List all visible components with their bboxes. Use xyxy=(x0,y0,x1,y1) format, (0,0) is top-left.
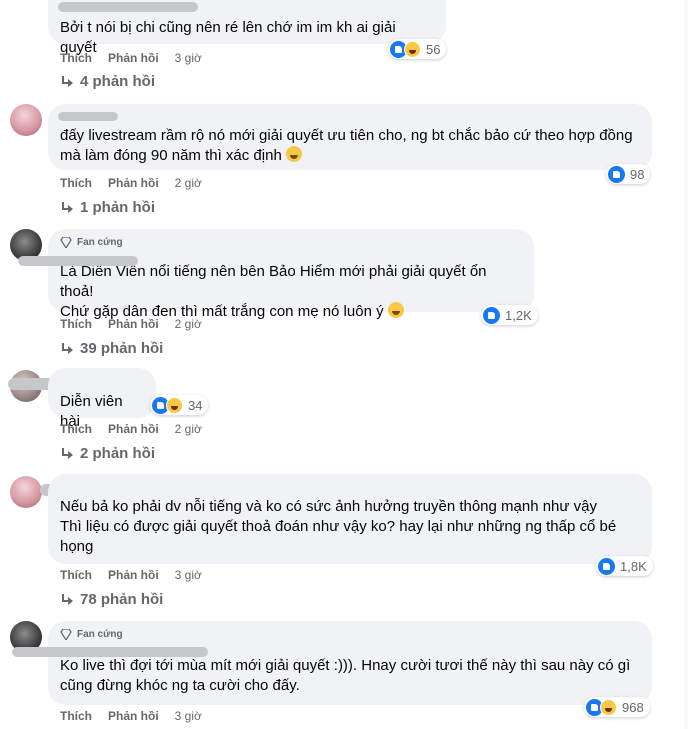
reaction-summary[interactable]: 98 xyxy=(606,164,651,184)
reply-button[interactable]: Phản hồi xyxy=(108,422,159,436)
view-replies-link[interactable]: 39 phản hồi xyxy=(60,340,163,357)
reply-arrow-icon xyxy=(60,593,74,606)
reaction-summary[interactable]: 968 xyxy=(584,697,650,717)
comment-text: Ko live thì đợi tới mùa mít mới giải quy… xyxy=(60,657,631,694)
reply-button[interactable]: Phản hồi xyxy=(108,51,159,65)
replies-count: 4 phản hồi xyxy=(80,73,155,90)
comment-bubble: Fan cứng Là Diễn Viên nổi tiếng nên bên … xyxy=(18,229,534,320)
like-button[interactable]: Thích xyxy=(60,568,92,582)
avatar[interactable] xyxy=(10,104,42,136)
redacted-name xyxy=(58,112,118,121)
comment-bubble: Nếu bả ko phải dv nỗi tiếng và ko có sức… xyxy=(48,474,652,564)
reaction-summary[interactable]: 56 xyxy=(388,39,447,59)
comment-time[interactable]: 3 giờ xyxy=(175,51,202,65)
comment-time[interactable]: 3 giờ xyxy=(175,709,202,723)
like-button[interactable]: Thích xyxy=(60,317,92,331)
comment-actions: Thích Phản hồi 3 giờ xyxy=(60,51,202,65)
comment-actions: Thích Phản hồi 2 giờ xyxy=(60,176,202,190)
like-button[interactable]: Thích xyxy=(60,422,92,436)
replies-count: 78 phản hồi xyxy=(80,591,164,608)
reply-button[interactable]: Phản hồi xyxy=(108,176,159,190)
reaction-summary[interactable]: 1,8K xyxy=(596,556,653,576)
reply-button[interactable]: Phản hồi xyxy=(108,317,159,331)
grin-emoji-icon xyxy=(285,146,302,162)
reaction-count: 1,2K xyxy=(505,307,532,323)
reaction-count: 1,8K xyxy=(620,558,647,574)
diamond-icon xyxy=(60,628,72,640)
redacted-name xyxy=(12,647,208,657)
comment-time[interactable]: 2 giờ xyxy=(175,176,202,190)
reply-arrow-icon xyxy=(60,447,74,460)
like-button[interactable]: Thích xyxy=(60,709,92,723)
comment-actions: Thích Phản hồi 2 giờ xyxy=(60,317,202,331)
like-button[interactable]: Thích xyxy=(60,51,92,65)
view-replies-link[interactable]: 2 phản hồi xyxy=(60,445,155,462)
comment-bubble: Diễn viên hài xyxy=(48,368,156,430)
reply-arrow-icon xyxy=(60,201,74,214)
avatar[interactable] xyxy=(10,476,42,508)
comment-actions: Thích Phản hồi 3 giờ xyxy=(60,568,202,582)
comment-time[interactable]: 2 giờ xyxy=(175,317,202,331)
comment-bubble: Fan cứng Ko live thì đợi tới mùa mít mới… xyxy=(12,621,652,705)
reaction-summary[interactable]: 1,2K xyxy=(481,305,538,325)
reply-button[interactable]: Phản hồi xyxy=(108,568,159,582)
like-reaction-icon xyxy=(483,306,500,324)
reaction-count: 968 xyxy=(622,699,644,715)
diamond-icon xyxy=(60,236,72,248)
like-reaction-icon xyxy=(608,165,625,183)
reaction-count: 56 xyxy=(426,41,441,57)
replies-count: 39 phản hồi xyxy=(80,340,164,357)
scrollbar[interactable] xyxy=(684,0,688,729)
comment-time[interactable]: 3 giờ xyxy=(175,568,202,582)
haha-reaction-icon xyxy=(404,40,421,58)
comment-time[interactable]: 2 giờ xyxy=(175,422,202,436)
reaction-count: 34 xyxy=(188,397,203,413)
view-replies-link[interactable]: 78 phản hồi xyxy=(60,591,163,608)
replies-count: 1 phản hồi xyxy=(80,199,155,216)
view-replies-link[interactable]: 4 phản hồi xyxy=(60,73,155,90)
haha-reaction-icon xyxy=(166,396,183,414)
comment-text: Nếu bả ko phải dv nỗi tiếng và ko có sức… xyxy=(60,498,617,555)
reaction-summary[interactable]: 34 xyxy=(150,395,209,415)
reaction-count: 98 xyxy=(630,166,645,182)
reply-arrow-icon xyxy=(60,342,74,355)
comment-bubble: đấy livestream rầm rộ nó mới giải quyết … xyxy=(48,104,652,170)
reply-button[interactable]: Phản hồi xyxy=(108,709,159,723)
comment-text: đấy livestream rầm rộ nó mới giải quyết … xyxy=(60,127,633,164)
fan-badge: Fan cứng xyxy=(60,627,123,641)
like-reaction-icon xyxy=(598,557,615,575)
comment-text: Là Diễn Viên nổi tiếng nên bên Bảo Hiểm … xyxy=(60,263,487,320)
comment-bubble: Bởi t nói bị chi cũng nên ré lên chớ im … xyxy=(48,0,446,56)
comment-actions: Thích Phản hồi 2 giờ xyxy=(60,422,202,436)
redacted-name xyxy=(58,2,198,12)
replies-count: 2 phản hồi xyxy=(80,445,155,462)
comment-actions: Thích Phản hồi 3 giờ xyxy=(60,709,202,723)
fan-badge: Fan cứng xyxy=(60,235,123,249)
like-button[interactable]: Thích xyxy=(60,176,92,190)
view-replies-link[interactable]: 1 phản hồi xyxy=(60,199,155,216)
redacted-name xyxy=(18,256,138,266)
wink-emoji-icon xyxy=(387,302,404,318)
reply-arrow-icon xyxy=(60,75,74,88)
haha-reaction-icon xyxy=(600,698,617,716)
